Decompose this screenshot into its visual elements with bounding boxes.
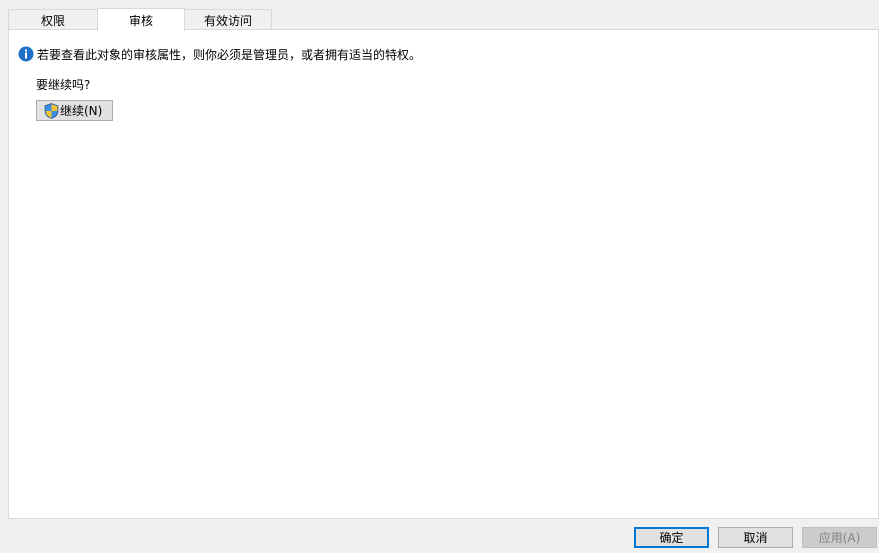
tab-auditing-label: 审核 (128, 13, 153, 28)
tab-permissions-label: 权限 (40, 13, 65, 28)
apply-button[interactable]: 应用(A) (802, 527, 877, 548)
security-dialog: 权限 审核 有效访问 若要查看此对象的审核属性，则你必须是管理员，或者拥有适当的… (0, 0, 879, 553)
ok-button[interactable]: 确定 (634, 527, 709, 548)
cancel-button-label: 取消 (743, 531, 768, 545)
info-icon (18, 46, 34, 62)
ok-button-label: 确定 (659, 531, 684, 545)
continue-button-label: 继续(N) (60, 104, 103, 118)
cancel-button[interactable]: 取消 (718, 527, 793, 548)
tab-strip: 权限 审核 有效访问 (8, 8, 272, 31)
tab-effective-access-label: 有效访问 (203, 13, 252, 28)
uac-shield-icon (44, 102, 59, 119)
continue-question: 要继续吗? (36, 78, 91, 92)
info-message-row: 若要查看此对象的审核属性，则你必须是管理员，或者拥有适当的特权。 (18, 45, 421, 63)
tab-auditing[interactable]: 审核 (97, 8, 185, 31)
continue-button[interactable]: 继续(N) (36, 100, 113, 121)
apply-button-label: 应用(A) (818, 531, 861, 545)
auditing-panel: 若要查看此对象的审核属性，则你必须是管理员，或者拥有适当的特权。 要继续吗? 继… (8, 29, 879, 519)
info-message: 若要查看此对象的审核属性，则你必须是管理员，或者拥有适当的特权。 (37, 47, 422, 62)
tab-permissions[interactable]: 权限 (8, 9, 98, 30)
tab-effective-access[interactable]: 有效访问 (184, 9, 272, 30)
dialog-button-bar: 确定 取消 应用(A) (0, 527, 879, 549)
